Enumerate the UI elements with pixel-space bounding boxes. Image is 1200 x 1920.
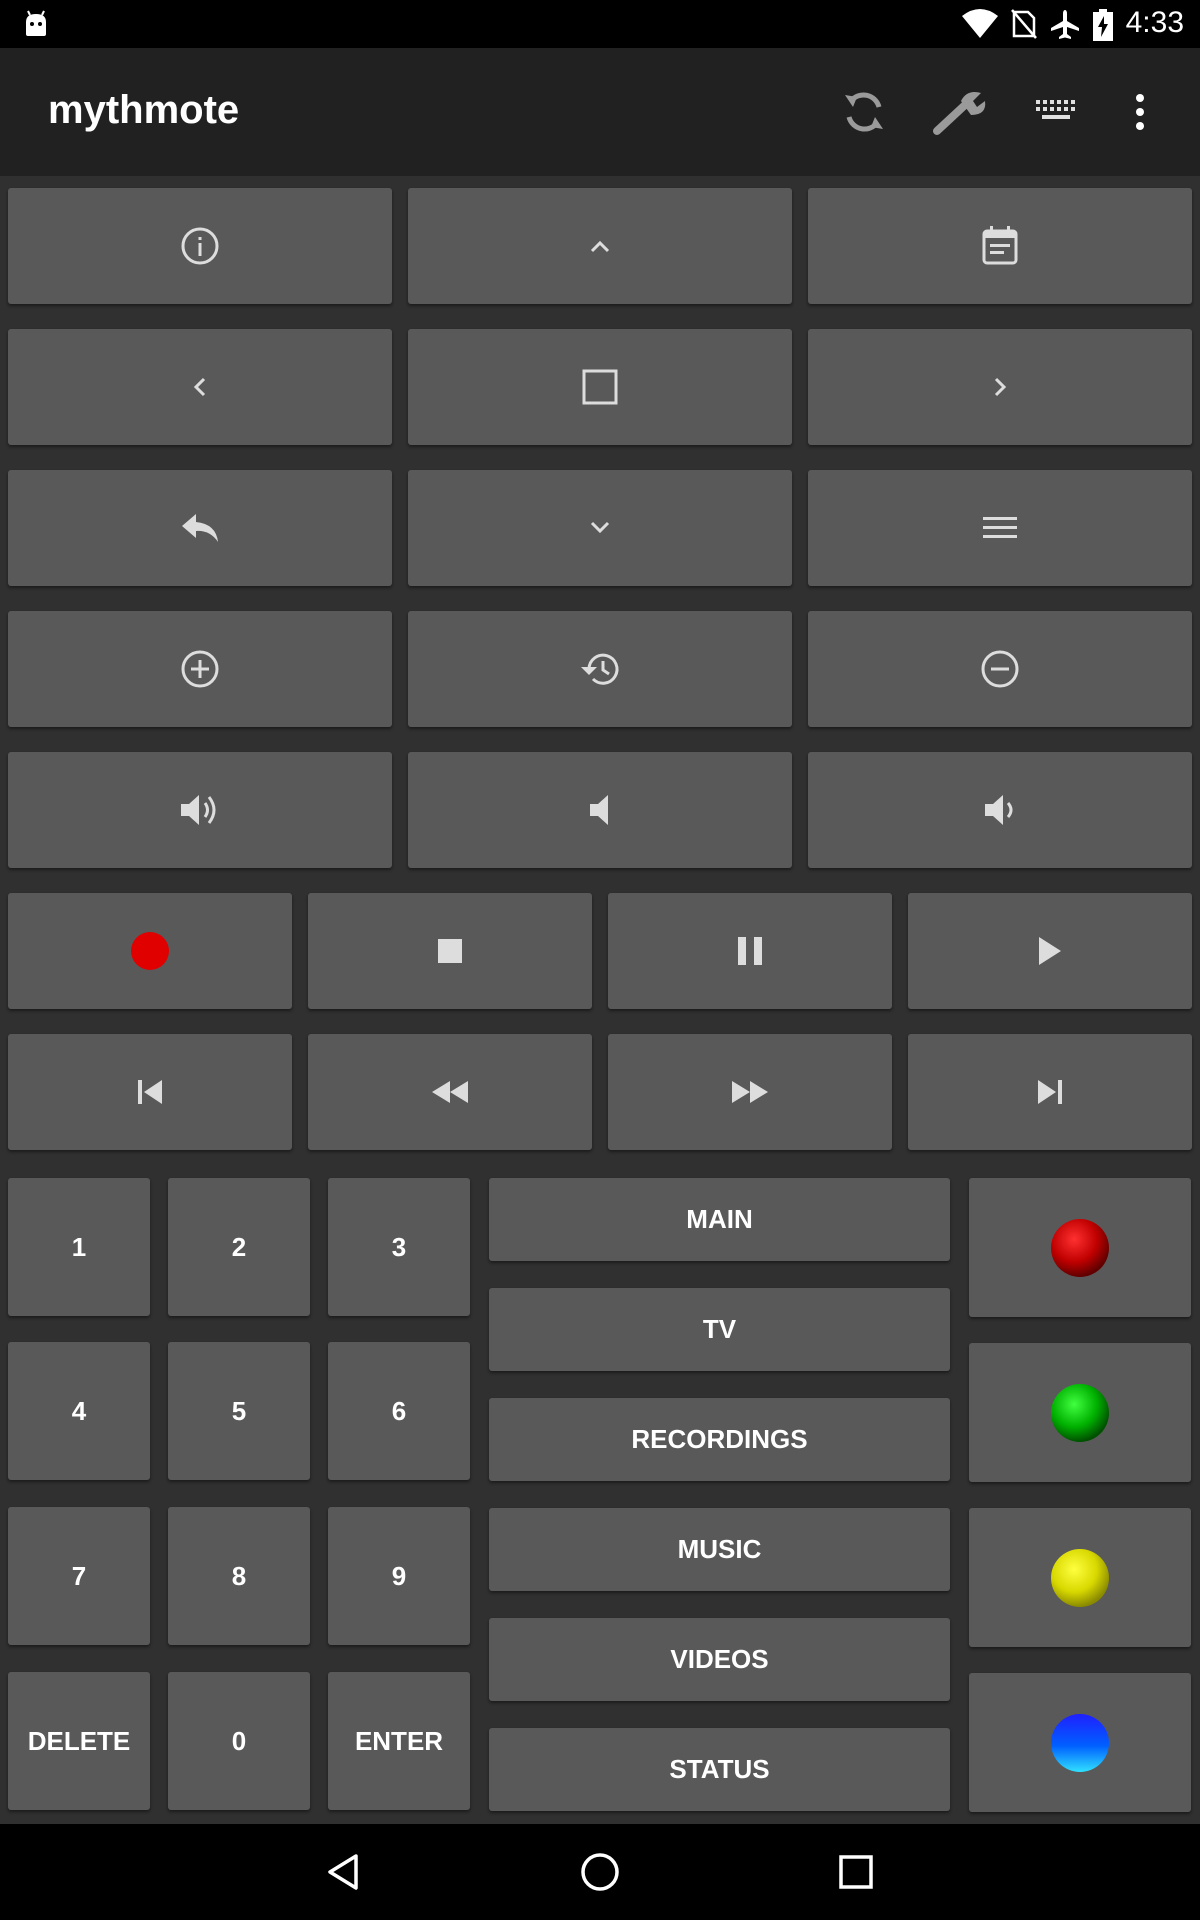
- play-button[interactable]: [908, 893, 1192, 1009]
- history-icon: [579, 649, 621, 689]
- keypad-7[interactable]: 7: [8, 1507, 150, 1645]
- menu-icon: [981, 514, 1019, 542]
- volume-up-icon: [179, 791, 221, 829]
- back-icon: [180, 512, 220, 544]
- keypad-2[interactable]: 2: [168, 1178, 310, 1316]
- battery-charging-icon: [1092, 8, 1114, 42]
- rewind-button[interactable]: [308, 1034, 592, 1150]
- yellow-button[interactable]: [969, 1508, 1191, 1647]
- stop-button[interactable]: [308, 893, 592, 1009]
- rewind-icon: [430, 1079, 470, 1105]
- back-nav-icon[interactable]: [320, 1848, 368, 1896]
- overflow-menu-icon[interactable]: [1110, 82, 1170, 142]
- up-icon: [586, 236, 614, 256]
- android-icon: [22, 10, 50, 38]
- back-button[interactable]: [8, 470, 392, 586]
- keypad-enter[interactable]: ENTER: [328, 1672, 470, 1810]
- record-icon: [130, 931, 170, 971]
- green-button[interactable]: [969, 1343, 1191, 1482]
- skip-back-button[interactable]: [8, 1034, 292, 1150]
- keypad-delete[interactable]: DELETE: [8, 1672, 150, 1810]
- history-button[interactable]: [408, 611, 792, 727]
- right-button[interactable]: [808, 329, 1192, 445]
- volume-down-button[interactable]: [808, 752, 1192, 868]
- blue-button[interactable]: [969, 1673, 1191, 1812]
- jump-status-button[interactable]: STATUS: [489, 1728, 950, 1811]
- down-icon: [586, 518, 614, 538]
- keyboard-icon[interactable]: [1026, 82, 1086, 142]
- mute-button[interactable]: [408, 752, 792, 868]
- pause-icon: [737, 936, 763, 966]
- info-icon: [180, 226, 220, 266]
- wrench-icon[interactable]: [930, 82, 990, 142]
- jump-tv-button[interactable]: TV: [489, 1288, 950, 1371]
- app-bar: mythmote: [0, 48, 1200, 176]
- info-button[interactable]: [8, 188, 392, 304]
- volume-down-icon: [983, 791, 1017, 829]
- blue-ball-icon: [1050, 1713, 1110, 1773]
- select-button[interactable]: [408, 329, 792, 445]
- home-nav-icon[interactable]: [576, 1848, 624, 1896]
- keypad-9[interactable]: 9: [328, 1507, 470, 1645]
- jump-main-button[interactable]: MAIN: [489, 1178, 950, 1261]
- left-button[interactable]: [8, 329, 392, 445]
- jump-recordings-button[interactable]: RECORDINGS: [489, 1398, 950, 1481]
- green-ball-icon: [1050, 1383, 1110, 1443]
- yellow-ball-icon: [1050, 1548, 1110, 1608]
- keypad-4[interactable]: 4: [8, 1342, 150, 1480]
- mute-icon: [588, 791, 612, 829]
- guide-icon: [980, 225, 1020, 267]
- keypad-0[interactable]: 0: [168, 1672, 310, 1810]
- status-time: 4:33: [1125, 6, 1184, 39]
- no-sim-icon: [1010, 8, 1038, 40]
- red-ball-icon: [1050, 1218, 1110, 1278]
- recents-nav-icon[interactable]: [832, 1848, 880, 1896]
- record-button[interactable]: [8, 893, 292, 1009]
- skip-forward-button[interactable]: [908, 1034, 1192, 1150]
- channel-up-button[interactable]: [8, 611, 392, 727]
- refresh-icon[interactable]: [834, 82, 894, 142]
- keypad-5[interactable]: 5: [168, 1342, 310, 1480]
- up-button[interactable]: [408, 188, 792, 304]
- jump-videos-button[interactable]: VIDEOS: [489, 1618, 950, 1701]
- keypad-1[interactable]: 1: [8, 1178, 150, 1316]
- guide-button[interactable]: [808, 188, 1192, 304]
- wifi-icon: [960, 8, 1000, 40]
- skip-forward-icon: [1036, 1078, 1064, 1106]
- status-bar: 4:33: [0, 0, 1200, 48]
- channel-down-icon: [980, 649, 1020, 689]
- fast-forward-button[interactable]: [608, 1034, 892, 1150]
- volume-up-button[interactable]: [8, 752, 392, 868]
- pause-button[interactable]: [608, 893, 892, 1009]
- keypad-3[interactable]: 3: [328, 1178, 470, 1316]
- fast-forward-icon: [730, 1079, 770, 1105]
- channel-down-button[interactable]: [808, 611, 1192, 727]
- left-icon: [190, 373, 210, 401]
- app-title: mythmote: [48, 88, 240, 132]
- keypad-6[interactable]: 6: [328, 1342, 470, 1480]
- channel-up-icon: [180, 649, 220, 689]
- right-icon: [990, 373, 1010, 401]
- stop-icon: [437, 938, 463, 964]
- skip-back-icon: [136, 1078, 164, 1106]
- select-icon: [581, 368, 619, 406]
- red-button[interactable]: [969, 1178, 1191, 1317]
- keypad-8[interactable]: 8: [168, 1507, 310, 1645]
- airplane-icon: [1048, 8, 1082, 42]
- menu-button[interactable]: [808, 470, 1192, 586]
- play-icon: [1037, 935, 1063, 967]
- down-button[interactable]: [408, 470, 792, 586]
- system-nav-bar: [0, 1824, 1200, 1920]
- jump-music-button[interactable]: MUSIC: [489, 1508, 950, 1591]
